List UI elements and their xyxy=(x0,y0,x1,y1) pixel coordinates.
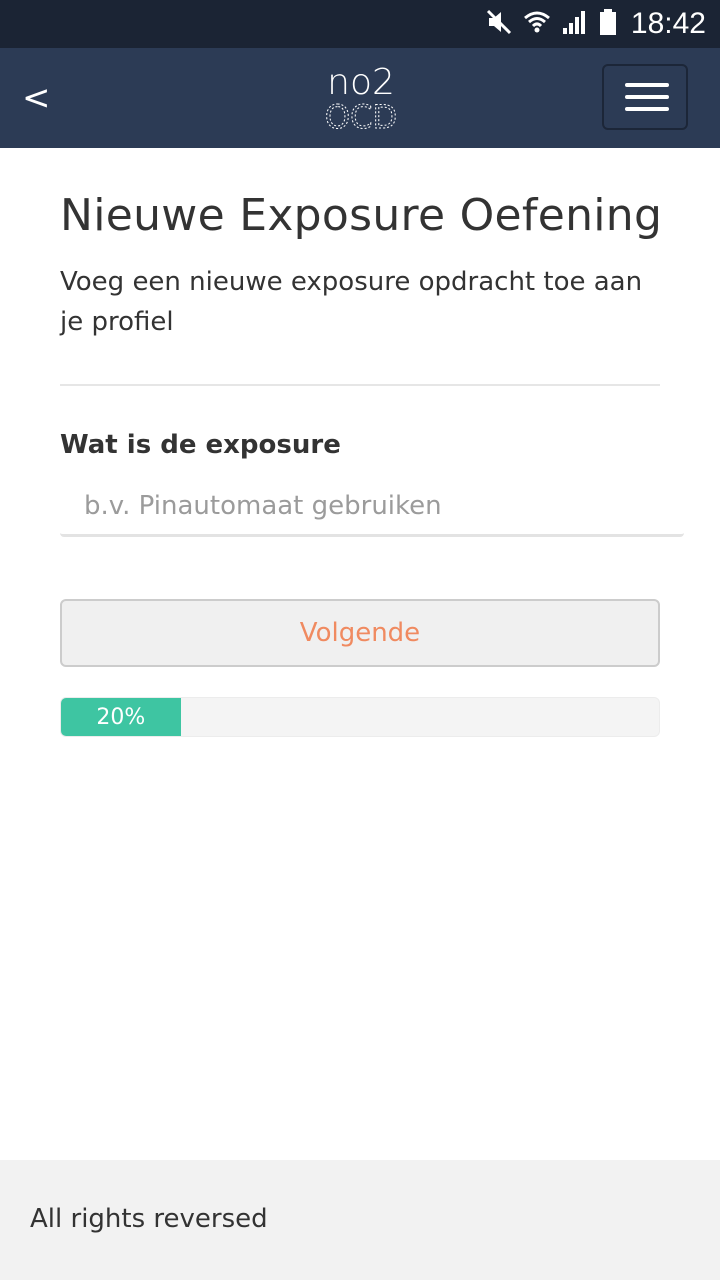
back-button[interactable]: < xyxy=(22,76,62,120)
logo-mark: no2 OCD xyxy=(324,62,397,137)
mute-icon xyxy=(485,8,513,40)
status-icons: 18:42 xyxy=(485,0,706,48)
progress-fill: 20% xyxy=(61,698,181,736)
menu-button[interactable] xyxy=(602,64,688,130)
exposure-input[interactable] xyxy=(60,484,684,537)
page-subtitle: Voeg een nieuwe exposure opdracht toe aa… xyxy=(60,267,643,337)
top-nav-bar: < no2 OCD xyxy=(0,48,720,148)
footer: All rights reversed xyxy=(0,1160,720,1280)
signal-icon xyxy=(561,8,589,40)
battery-icon xyxy=(599,8,617,40)
divider xyxy=(60,384,660,386)
main-content: Nieuwe Exposure Oefening Voeg een nieuwe… xyxy=(60,148,684,737)
footer-text: All rights reversed xyxy=(30,1204,268,1234)
wifi-icon xyxy=(523,8,551,40)
status-time: 18:42 xyxy=(630,7,706,40)
exposure-field-label: Wat is de exposure xyxy=(60,430,341,460)
progress-bar: 20% xyxy=(60,697,660,737)
logo-bottom-text: OCD xyxy=(325,98,397,132)
page-title: Nieuwe Exposure Oefening xyxy=(60,190,663,241)
app-logo[interactable]: no2 OCD xyxy=(316,62,406,137)
next-button[interactable]: Volgende xyxy=(60,599,660,667)
status-bar: 18:42 xyxy=(0,0,720,48)
